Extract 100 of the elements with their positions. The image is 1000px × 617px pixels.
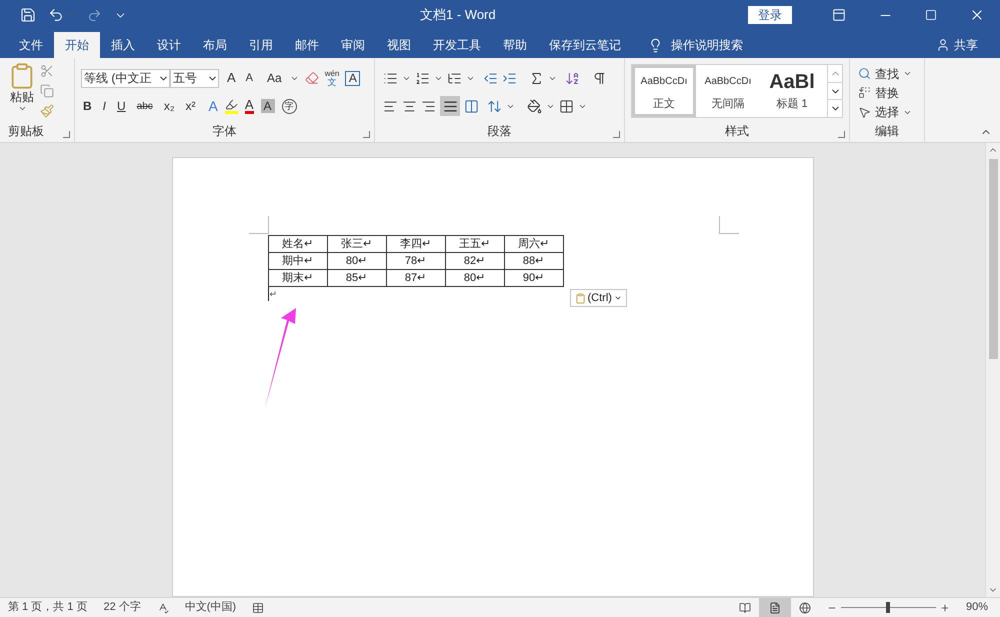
zoom-thumb[interactable]: [886, 602, 890, 613]
table-cell: 90↵: [504, 270, 563, 286]
search-icon[interactable]: [858, 67, 871, 80]
proofing-icon[interactable]: [156, 602, 169, 614]
style-preview: AaBl: [769, 70, 815, 94]
redo-icon[interactable]: [87, 8, 102, 22]
language-indicator[interactable]: 中文(中国): [184, 599, 236, 616]
eraser-icon[interactable]: [304, 71, 319, 85]
increase-indent-icon[interactable]: [502, 70, 517, 86]
dialog-launcher-icon[interactable]: [363, 131, 370, 138]
format-button[interactable]: B: [81, 97, 94, 115]
print-layout-button[interactable]: [758, 598, 791, 617]
group-label: 编辑: [875, 123, 899, 140]
dialog-launcher-icon[interactable]: [613, 131, 620, 138]
editing-button[interactable]: 选择: [875, 103, 899, 122]
character-border-button[interactable]: A: [345, 70, 360, 86]
format-button[interactable]: x²: [183, 97, 198, 115]
sort-icon[interactable]: [565, 70, 580, 86]
editing-button[interactable]: 查找: [875, 64, 899, 83]
caret-icon: [614, 294, 622, 302]
word-count[interactable]: 22 个字: [103, 599, 141, 616]
character-shading-button[interactable]: A: [260, 99, 274, 113]
table-cell: 期末↵: [268, 270, 327, 286]
font-size-field[interactable]: 五号: [170, 68, 219, 88]
web-layout-icon[interactable]: [798, 602, 811, 614]
table-cell: 88↵: [504, 252, 563, 270]
table-cell: 姓名↵: [268, 236, 327, 252]
tell-me-search[interactable]: 操作说明搜索: [671, 36, 743, 54]
table-cell: 张三↵: [327, 236, 386, 252]
style-name: 标题 1: [776, 96, 808, 112]
align-center-icon[interactable]: [402, 98, 417, 114]
justify-button[interactable]: [440, 96, 460, 116]
page-count[interactable]: 第 1 页，共 1 页: [8, 599, 88, 616]
maximize-icon[interactable]: [925, 9, 937, 21]
grow-font-button[interactable]: A: [225, 68, 238, 88]
caret-icon[interactable]: [18, 104, 26, 113]
enclose-characters-button[interactable]: 字: [282, 98, 296, 114]
share-button[interactable]: 共享: [954, 36, 978, 54]
dialog-launcher-icon[interactable]: [63, 131, 70, 138]
ribbon-tab[interactable]: 帮助: [492, 32, 538, 58]
text-effects-button[interactable]: A: [208, 96, 218, 116]
ribbon-tab[interactable]: 文件: [8, 32, 54, 58]
paste-button[interactable]: 粘贴: [10, 90, 34, 104]
font-color-button[interactable]: A: [244, 98, 254, 114]
zoom-in-icon[interactable]: [940, 602, 950, 612]
zoom-slider[interactable]: [840, 602, 936, 613]
ribbon-tab[interactable]: 布局: [192, 32, 238, 58]
style-preview: AaBbCcDı: [704, 75, 752, 89]
editing-button[interactable]: 替换: [875, 84, 899, 102]
numbering-icon[interactable]: [415, 70, 430, 86]
borders-icon[interactable]: [559, 98, 574, 114]
multilevel-list-icon[interactable]: [447, 70, 462, 86]
ribbon-tab[interactable]: 引用: [238, 32, 284, 58]
phonetic-guide-button[interactable]: wén 文: [324, 70, 340, 86]
undo-icon[interactable]: [48, 7, 64, 23]
justify-icon: [442, 98, 458, 114]
ribbon-tab[interactable]: 开始: [54, 32, 100, 58]
show-marks-icon[interactable]: [592, 70, 607, 86]
highlighter-icon[interactable]: [224, 98, 238, 114]
group-label: 段落: [488, 123, 512, 140]
shading-icon[interactable]: [527, 98, 542, 114]
table-cell: 80↵: [445, 270, 504, 286]
login-button[interactable]: 登录: [748, 6, 792, 24]
scroll-thumb[interactable]: [988, 159, 998, 359]
crop-mark: [718, 216, 738, 234]
ribbon-tab[interactable]: 开发工具: [422, 32, 492, 58]
replace-icon[interactable]: [858, 86, 871, 100]
dialog-launcher-icon[interactable]: [838, 131, 845, 138]
ribbon-tab[interactable]: 邮件: [284, 32, 330, 58]
format-button[interactable]: U: [115, 97, 128, 115]
user-icon[interactable]: [936, 38, 950, 52]
line-spacing-icon[interactable]: [487, 98, 502, 114]
ribbon-tab[interactable]: 审阅: [330, 32, 376, 58]
ribbon-display-icon[interactable]: [832, 8, 846, 22]
shrink-font-button[interactable]: A: [244, 70, 256, 86]
ribbon-tab[interactable]: 设计: [146, 32, 192, 58]
ribbon-tab[interactable]: 保存到云笔记: [538, 32, 632, 58]
ribbon-tab[interactable]: 视图: [376, 32, 422, 58]
zoom-level[interactable]: 90%: [966, 599, 1000, 616]
change-case-button[interactable]: Aa: [265, 69, 284, 87]
format-button[interactable]: abc: [134, 98, 155, 114]
format-button[interactable]: I: [100, 97, 108, 115]
align-left-icon[interactable]: [383, 98, 398, 114]
save-icon[interactable]: [20, 7, 36, 23]
read-mode-icon[interactable]: [738, 602, 751, 614]
align-right-icon[interactable]: [421, 98, 436, 114]
table-cell: 期中↵: [268, 252, 327, 270]
scroll-down-icon[interactable]: [828, 82, 842, 100]
decrease-indent-icon[interactable]: [483, 70, 498, 86]
paste-options-button[interactable]: (Ctrl): [570, 289, 627, 307]
crop-mark: [248, 216, 268, 234]
copy-icon[interactable]: [40, 84, 54, 98]
bullets-icon[interactable]: [383, 70, 398, 86]
format-button[interactable]: x₂: [162, 97, 176, 115]
ribbon-tab[interactable]: 插入: [100, 32, 146, 58]
style-gallery-item[interactable]: AaBbCcDı 正文: [632, 65, 696, 117]
cut-icon[interactable]: [40, 64, 54, 78]
vertical-scrollbar[interactable]: [985, 143, 1000, 597]
pointer-icon[interactable]: [858, 106, 871, 119]
font-name-field[interactable]: 等线 (中文正: [81, 68, 170, 88]
